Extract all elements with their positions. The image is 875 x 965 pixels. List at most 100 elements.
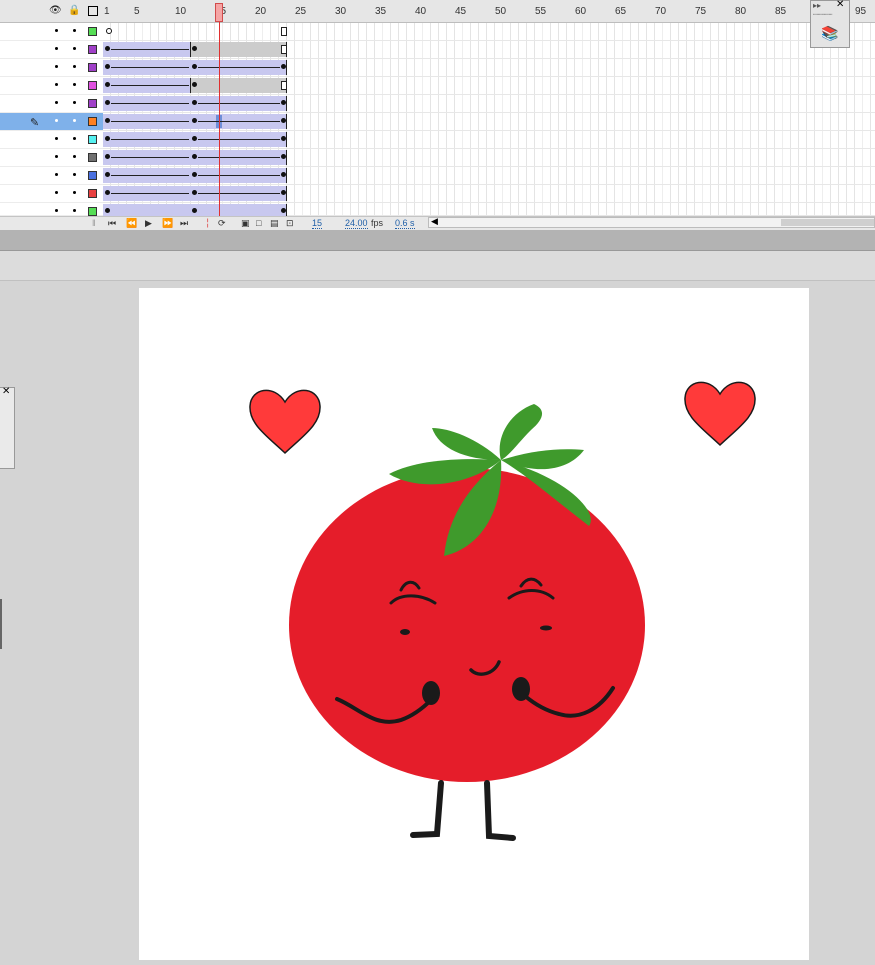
visibility-dot[interactable] bbox=[55, 137, 58, 140]
layer-row[interactable] bbox=[0, 131, 103, 149]
close-icon[interactable]: ✕ bbox=[2, 386, 10, 397]
layer-row-selected[interactable]: ✎ bbox=[0, 113, 103, 131]
layer-row[interactable] bbox=[0, 41, 103, 59]
static-span[interactable] bbox=[191, 78, 287, 93]
end-frame[interactable] bbox=[281, 45, 287, 54]
onion-skin-icon[interactable]: ▣ bbox=[241, 218, 250, 229]
empty-keyframe[interactable] bbox=[106, 28, 112, 34]
layer-color-swatch[interactable] bbox=[88, 171, 97, 180]
visibility-dot[interactable] bbox=[55, 101, 58, 104]
lock-dot[interactable] bbox=[73, 155, 76, 158]
keyframe[interactable] bbox=[105, 82, 110, 87]
layer-row[interactable] bbox=[0, 95, 103, 113]
stage-canvas[interactable] bbox=[139, 288, 809, 960]
layer-row[interactable] bbox=[0, 23, 103, 41]
layer-color-swatch[interactable] bbox=[88, 117, 97, 126]
layer-row[interactable] bbox=[0, 185, 103, 203]
keyframe[interactable] bbox=[105, 190, 110, 195]
lock-dot[interactable] bbox=[73, 83, 76, 86]
panel-divider[interactable] bbox=[0, 230, 875, 251]
resize-grip-icon[interactable]: ‖ bbox=[92, 218, 96, 228]
scroll-left-icon[interactable]: ◀ bbox=[431, 216, 438, 227]
keyframe[interactable] bbox=[105, 100, 110, 105]
keyframe[interactable] bbox=[281, 136, 286, 141]
visibility-dot[interactable] bbox=[55, 209, 58, 212]
timeline-scrollbar[interactable]: ◀ bbox=[428, 216, 875, 228]
keyframe[interactable] bbox=[281, 100, 286, 105]
layer-row[interactable] bbox=[0, 149, 103, 167]
current-frame-field[interactable]: 15 bbox=[312, 218, 323, 229]
layer-row[interactable] bbox=[0, 59, 103, 77]
layer-color-swatch[interactable] bbox=[88, 153, 97, 162]
keyframe[interactable] bbox=[105, 172, 110, 177]
lock-icon[interactable]: 🔒 bbox=[68, 5, 80, 16]
collapsed-panel[interactable]: ✕ bbox=[0, 386, 15, 469]
static-span[interactable] bbox=[191, 42, 287, 57]
keyframe[interactable] bbox=[192, 136, 197, 141]
end-frame[interactable] bbox=[281, 81, 287, 90]
keyframe[interactable] bbox=[192, 190, 197, 195]
layer-row[interactable] bbox=[0, 203, 103, 216]
keyframe[interactable] bbox=[192, 172, 197, 177]
keyframe[interactable] bbox=[281, 172, 286, 177]
lock-dot[interactable] bbox=[73, 191, 76, 194]
layer-color-swatch[interactable] bbox=[88, 81, 97, 90]
play-icon[interactable]: ▶ bbox=[145, 218, 152, 229]
lock-dot[interactable] bbox=[73, 209, 76, 212]
keyframe[interactable] bbox=[105, 154, 110, 159]
keyframe[interactable] bbox=[192, 100, 197, 105]
library-icon[interactable]: 📚 bbox=[821, 25, 838, 42]
layer-color-swatch[interactable] bbox=[88, 207, 97, 216]
visibility-dot[interactable] bbox=[55, 29, 58, 32]
layer-row[interactable] bbox=[0, 167, 103, 185]
step-back-icon[interactable]: ⏪ bbox=[126, 218, 137, 229]
lock-dot[interactable] bbox=[73, 119, 76, 122]
keyframe[interactable] bbox=[105, 64, 110, 69]
keyframe[interactable] bbox=[281, 208, 286, 213]
layer-color-swatch[interactable] bbox=[88, 27, 97, 36]
elapsed-time-field[interactable]: 0.6 s bbox=[395, 218, 415, 229]
keyframe[interactable] bbox=[192, 46, 197, 51]
playhead-handle[interactable] bbox=[215, 3, 223, 22]
keyframe[interactable] bbox=[281, 190, 286, 195]
end-frame[interactable] bbox=[281, 27, 287, 36]
outline-icon[interactable] bbox=[88, 6, 98, 16]
keyframe[interactable] bbox=[105, 136, 110, 141]
lock-dot[interactable] bbox=[73, 173, 76, 176]
lock-dot[interactable] bbox=[73, 29, 76, 32]
visibility-dot[interactable] bbox=[55, 47, 58, 50]
visibility-dot[interactable] bbox=[55, 119, 58, 122]
keyframe[interactable] bbox=[281, 154, 286, 159]
center-frame-icon[interactable]: ╎ bbox=[205, 218, 210, 229]
visibility-dot[interactable] bbox=[55, 65, 58, 68]
keyframe[interactable] bbox=[281, 118, 286, 123]
lock-dot[interactable] bbox=[73, 47, 76, 50]
layer-color-swatch[interactable] bbox=[88, 135, 97, 144]
keyframe[interactable] bbox=[192, 208, 197, 213]
scroll-thumb[interactable] bbox=[781, 219, 874, 226]
visibility-dot[interactable] bbox=[55, 191, 58, 194]
frame-ruler[interactable]: 👁 🔒 1 5 10 15 20 25 30 35 40 45 50 55 60… bbox=[0, 0, 875, 23]
close-icon[interactable]: ✕ bbox=[836, 0, 844, 10]
layer-color-swatch[interactable] bbox=[88, 99, 97, 108]
lock-dot[interactable] bbox=[73, 101, 76, 104]
side-tab[interactable] bbox=[0, 599, 2, 649]
lock-dot[interactable] bbox=[73, 65, 76, 68]
visibility-dot[interactable] bbox=[55, 83, 58, 86]
visibility-dot[interactable] bbox=[55, 173, 58, 176]
lock-dot[interactable] bbox=[73, 137, 76, 140]
layer-row[interactable] bbox=[0, 77, 103, 95]
keyframe[interactable] bbox=[281, 64, 286, 69]
visibility-dot[interactable] bbox=[55, 155, 58, 158]
eye-icon[interactable]: 👁 bbox=[49, 5, 62, 16]
layer-color-swatch[interactable] bbox=[88, 45, 97, 54]
keyframe[interactable] bbox=[105, 118, 110, 123]
go-to-last-frame-icon[interactable]: ⏭ bbox=[180, 218, 188, 229]
onion-outline-icon[interactable]: □ bbox=[256, 218, 261, 228]
keyframe[interactable] bbox=[105, 46, 110, 51]
keyframe[interactable] bbox=[192, 82, 197, 87]
keyframe[interactable] bbox=[192, 118, 197, 123]
edit-multiple-icon[interactable]: ▤ bbox=[270, 218, 279, 229]
fps-field[interactable]: 24.00 bbox=[345, 218, 368, 229]
keyframe[interactable] bbox=[192, 154, 197, 159]
